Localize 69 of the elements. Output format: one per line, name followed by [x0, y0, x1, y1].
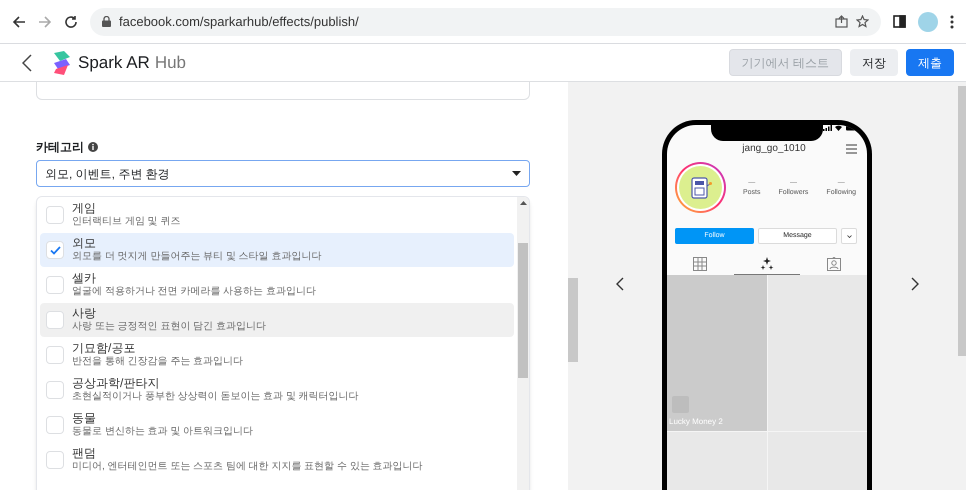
checkbox[interactable]	[46, 241, 64, 259]
option-description: 동물로 변신하는 효과 및 아트워크입니다	[72, 425, 254, 439]
scrollbar-thumb[interactable]	[568, 278, 578, 362]
option-description: 초현실적이거나 풍부한 상상력이 돋보이는 효과 및 캐릭터입니다	[72, 390, 359, 404]
checkbox[interactable]	[46, 311, 64, 329]
logo-text: Spark AR	[78, 52, 150, 74]
option-description: 미디어, 엔터테인먼트 또는 스포츠 팀에 대한 지지를 표현할 수 있는 효과입니다	[72, 460, 423, 474]
person-tag-icon	[826, 256, 841, 270]
lock-icon	[102, 16, 111, 27]
scrollbar-thumb[interactable]	[958, 86, 966, 356]
option-description: 반전을 통해 긴장감을 주는 효과입니다	[72, 355, 244, 369]
option-title: 기묘함/공포	[72, 341, 136, 355]
back-arrow-icon[interactable]	[12, 14, 26, 28]
category-option[interactable]: 기묘함/공포 반전을 통해 긴장감을 주는 효과입니다	[40, 338, 514, 372]
checkmark-icon	[50, 246, 60, 254]
category-select[interactable]: 외모, 이벤트, 주변 환경	[36, 160, 530, 187]
logo-icon	[52, 50, 72, 74]
reload-icon[interactable]	[64, 14, 78, 28]
option-title: 동물	[72, 411, 97, 425]
dropdown-caret-icon	[512, 171, 521, 176]
robot-icon	[688, 176, 712, 200]
checkbox[interactable]	[46, 276, 64, 294]
scroll-up-icon[interactable]	[520, 201, 526, 205]
share-icon[interactable]	[835, 15, 848, 28]
option-description: 얼굴에 적용하거나 전면 카메라를 사용하는 효과입니다	[72, 285, 316, 299]
option-title: 셀카	[72, 271, 97, 285]
next-chevron-icon[interactable]	[911, 277, 919, 291]
category-option[interactable]: 외모 외모를 더 멋지게 만들어주는 뷰티 및 스타일 효과입니다	[40, 233, 514, 267]
option-title: 사랑	[72, 306, 97, 320]
option-title: 팬덤	[72, 446, 97, 460]
option-title: 게임	[72, 201, 97, 215]
previous-chevron-icon[interactable]	[616, 277, 624, 291]
star-icon[interactable]	[856, 15, 869, 28]
category-option[interactable]: 게임 인터랙티브 게임 및 퀴즈	[40, 198, 514, 232]
back-chevron-icon[interactable]	[22, 54, 32, 72]
dropdown-scrollbar[interactable]	[517, 197, 529, 490]
url-text: facebook.com/sparkarhub/effects/publish/	[119, 12, 360, 31]
category-option[interactable]: 동물 동물로 변신하는 효과 및 아트워크입니다	[40, 408, 514, 442]
checkbox[interactable]	[46, 416, 64, 434]
category-option[interactable]: 셀카 얼굴에 적용하거나 전면 카메라를 사용하는 효과입니다	[40, 268, 514, 302]
header-button[interactable]: 저장	[850, 49, 898, 76]
description-field[interactable]	[36, 82, 530, 100]
option-description: 사랑 또는 긍정적인 표현이 담긴 효과입니다	[72, 320, 266, 334]
more-menu-icon[interactable]	[950, 14, 954, 28]
menu-icon[interactable]	[846, 144, 857, 154]
category-option[interactable]: 공상과학/판타지 초현실적이거나 풍부한 상상력이 돋보이는 효과 및 캐릭터입니다	[40, 373, 514, 407]
checkbox[interactable]	[46, 206, 64, 224]
sparkles-icon	[760, 256, 774, 270]
option-title: 공상과학/판타지	[72, 376, 160, 390]
option-description: 외모를 더 멋지게 만들어주는 뷰티 및 스타일 효과입니다	[72, 250, 322, 264]
option-description: 인터랙티브 게임 및 퀴즈	[72, 215, 180, 229]
category-label: 카테고리	[36, 139, 84, 156]
suggestions-button[interactable]	[841, 228, 857, 244]
logo-suffix: Hub	[154, 52, 186, 74]
category-option[interactable]: 사랑 사랑 또는 긍정적인 표현이 담긴 효과입니다	[40, 303, 514, 337]
checkbox[interactable]	[46, 346, 64, 364]
address-bar[interactable]: facebook.com/sparkarhub/effects/publish/	[90, 8, 881, 36]
info-icon	[88, 142, 98, 152]
status-icons	[823, 125, 857, 131]
side-panel-icon[interactable]	[893, 15, 906, 28]
checkbox[interactable]	[46, 381, 64, 399]
category-option[interactable]: 팬덤 미디어, 엔터테인먼트 또는 스포츠 팀에 대한 지지를 표현할 수 있는 효과입니다	[40, 443, 514, 477]
grid-icon	[693, 256, 708, 270]
profile-username: jang_go_1010	[742, 142, 806, 156]
checkbox[interactable]	[46, 451, 64, 469]
header-button[interactable]: 제출	[906, 49, 954, 76]
chevron-down-icon	[846, 234, 852, 238]
forward-arrow-icon[interactable]	[38, 14, 52, 28]
option-title: 외모	[72, 236, 97, 250]
